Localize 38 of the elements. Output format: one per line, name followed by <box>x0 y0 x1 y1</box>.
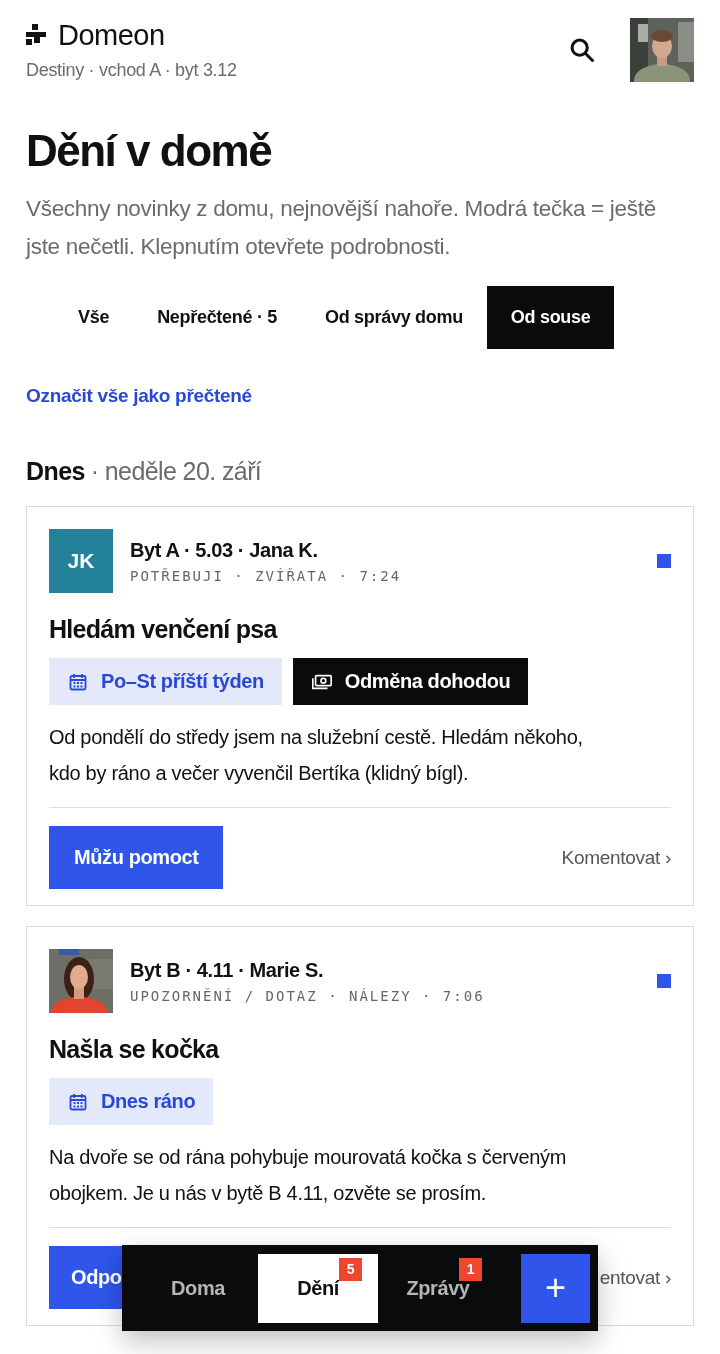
filter-tab[interactable]: Od správy domu <box>301 286 487 349</box>
action-button[interactable]: Odpo <box>49 1246 122 1309</box>
post-title: Našla se kočka <box>49 1035 221 1064</box>
filter-tab[interactable]: Vše <box>26 286 134 349</box>
author-text: Byt B · 4.11 · Marie S. <box>130 958 325 982</box>
search-icon[interactable] <box>568 36 596 64</box>
page-title: Dění v domě <box>26 126 273 176</box>
filter-tab[interactable]: Od souse <box>486 286 615 349</box>
post-body: Od pondělí do středy jsem na služební cestě. Hledám někoho, kdo by ráno a večer vyvenčil Bertíka (klidný bígl). <box>49 725 584 786</box>
post-title: Hledám venčení psa <box>49 615 279 644</box>
page-description: Všechny novinky z domu, nejnovější nahoře. Modrá tečka = ještě jste nečetli. Klepnutím otevřete podrobnosti. <box>26 195 657 261</box>
comment-link[interactable]: entovat › <box>599 1266 671 1289</box>
day-date: · neděle 20. září <box>90 457 262 486</box>
mark-all-read-link[interactable]: Označit vše jako přečtené <box>26 385 252 407</box>
app-name: Domeon <box>58 19 165 52</box>
comment-link[interactable]: Komentovat › <box>561 846 671 869</box>
tag-label: Odměna dohodou <box>344 670 511 693</box>
tag-label: Dnes ráno <box>101 1090 196 1113</box>
tag-label: Po–St příští týden <box>101 670 264 693</box>
day-label: Dnes <box>26 457 85 486</box>
count-badge: 1 <box>459 1257 482 1281</box>
nav-item[interactable]: Zprávy 1 <box>378 1253 498 1323</box>
calendar-icon <box>67 671 89 692</box>
calendar-icon <box>67 1091 89 1112</box>
action-button[interactable]: Můžu pomoct <box>49 826 224 889</box>
initials-avatar: JK <box>49 529 113 593</box>
author-text: Byt A · 5.03 · Jana K. <box>130 538 319 562</box>
post-meta: UPOZORNĚNÍ / DOTAZ · NÁLEZY · 7:06 <box>130 987 486 1004</box>
count-badge: 5 <box>339 1257 362 1281</box>
filter-tab[interactable]: Nepřečtené · 5 <box>133 286 301 349</box>
add-button[interactable]: + <box>521 1253 590 1323</box>
post-body: Na dvoře se od rána pohybuje mourovatá kočka s červeným obojkem. Je u nás v bytě B 4.11, ozvěte se prosím. <box>49 1145 568 1206</box>
post-meta: POTŘEBUJI · ZVÍŘATA · 7:24 <box>130 567 403 584</box>
nav-item[interactable]: Dění 5 <box>258 1253 378 1323</box>
post-card[interactable] <box>26 506 694 906</box>
logo-icon <box>26 23 46 48</box>
location-text: Destiny · vchod A · byt 3.12 <box>26 60 238 81</box>
nav-item[interactable]: Doma <box>138 1253 258 1323</box>
